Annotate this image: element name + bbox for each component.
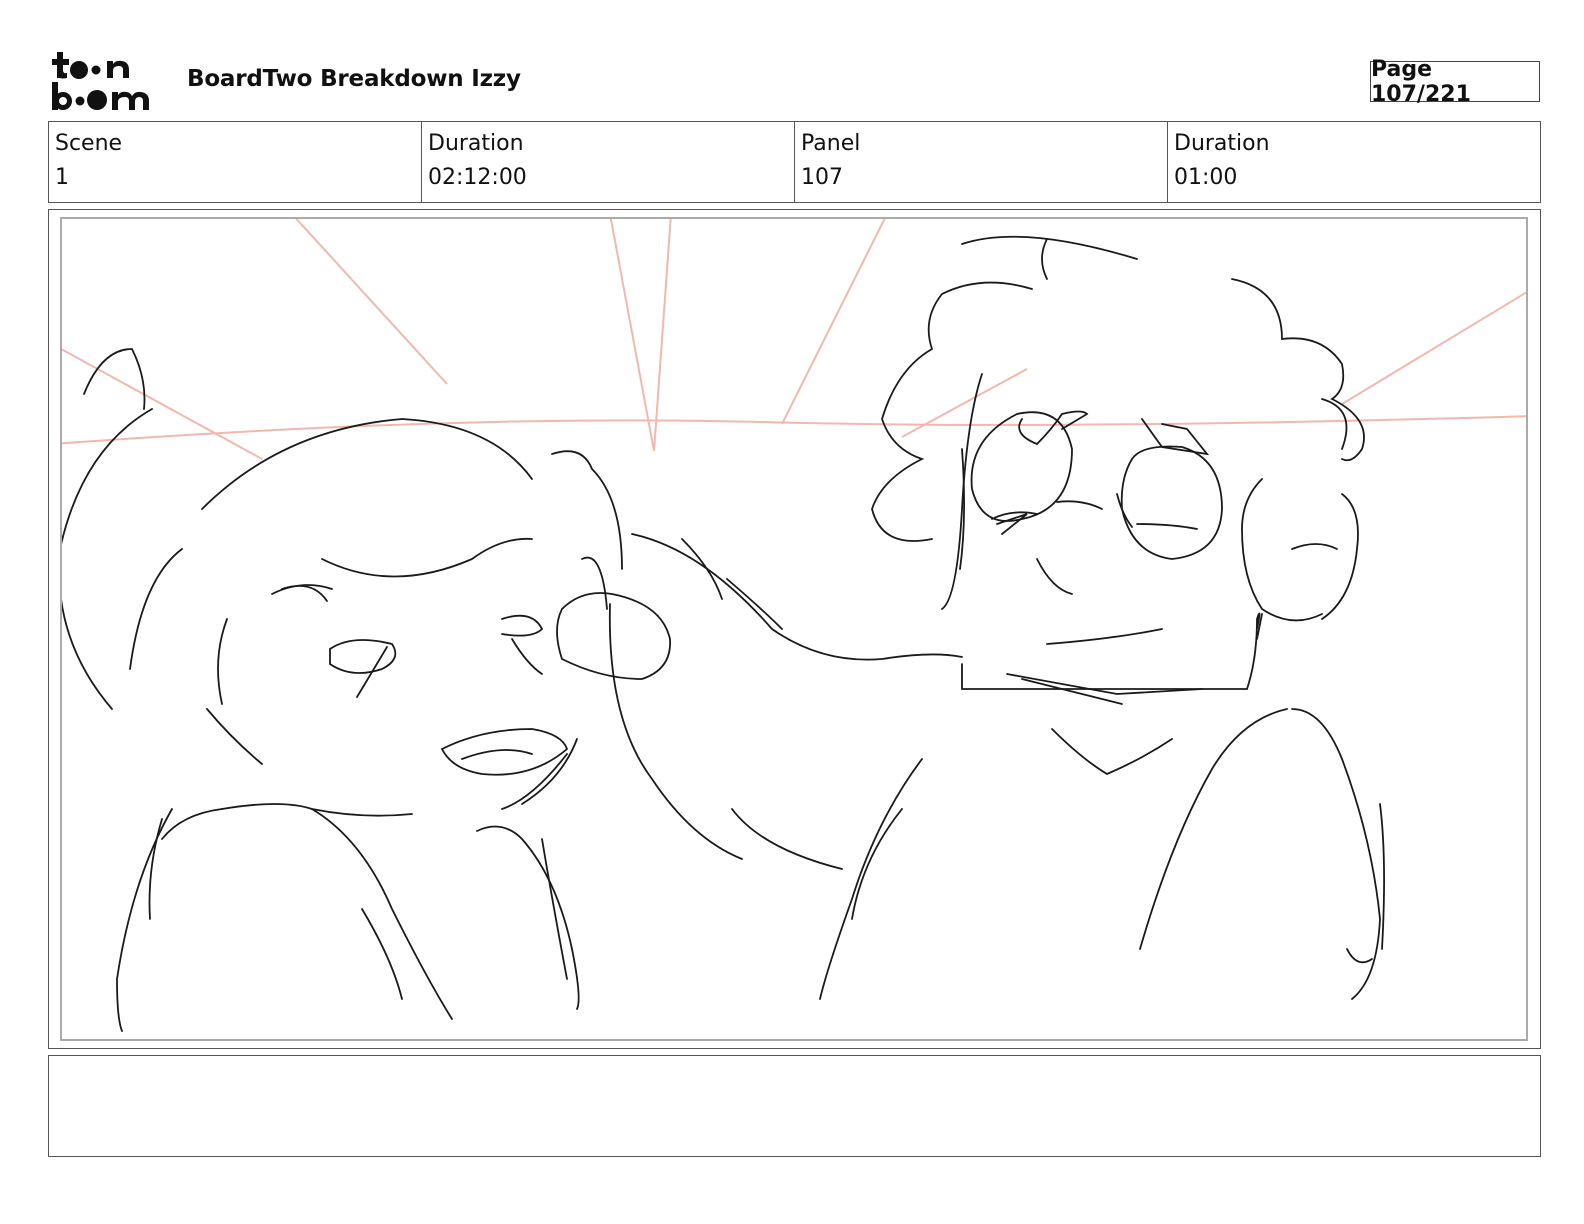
sketch-characters	[62, 235, 1385, 1032]
toon-boom-logo	[52, 50, 164, 112]
panel-duration-cell: Duration 01:00	[1168, 122, 1540, 202]
scene-cell: Scene 1	[49, 122, 422, 202]
scene-duration-cell: Duration 02:12:00	[422, 122, 795, 202]
scene-duration-label: Duration	[428, 131, 524, 156]
panel-value: 107	[801, 165, 843, 190]
scene-info-table: Scene 1 Duration 02:12:00 Panel 107 Dura…	[48, 121, 1541, 203]
scene-duration-value: 02:12:00	[428, 165, 527, 190]
storyboard-panel-image	[60, 217, 1528, 1041]
panel-label: Panel	[801, 131, 861, 156]
panel-duration-label: Duration	[1174, 131, 1270, 156]
page-indicator-label: Page 107/221	[1371, 56, 1471, 107]
panel-duration-value: 01:00	[1174, 165, 1238, 190]
panel-caption-box[interactable]	[48, 1055, 1541, 1157]
storyboard-sketch	[62, 219, 1526, 1032]
scene-label: Scene	[55, 131, 123, 156]
page-indicator: Page 107/221	[1370, 57, 1540, 107]
toon-boom-logo-icon	[52, 52, 149, 110]
document-title: BoardTwo Breakdown Izzy	[187, 66, 521, 92]
scene-value: 1	[55, 165, 69, 190]
panel-cell: Panel 107	[795, 122, 1168, 202]
